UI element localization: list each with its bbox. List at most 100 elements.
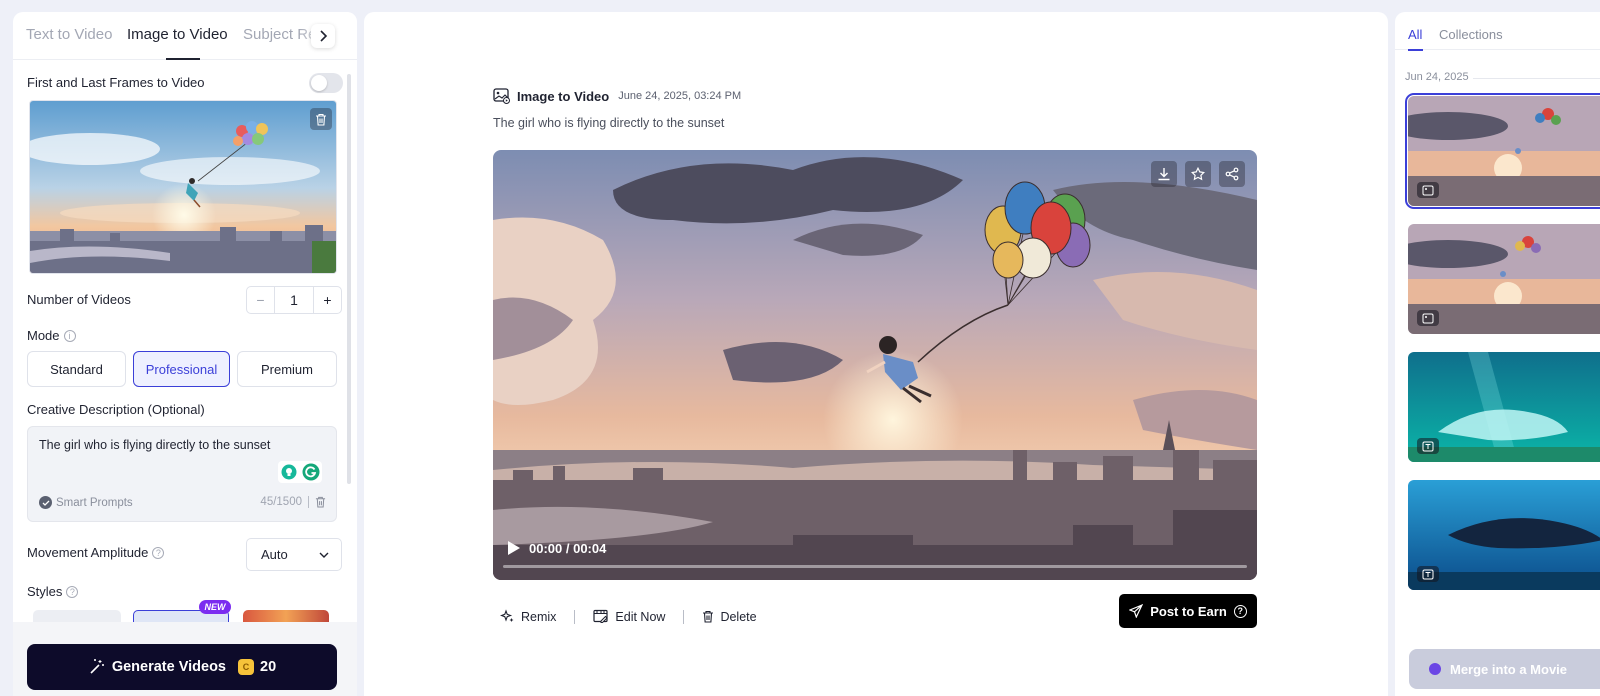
video-header: Image to Video June 24, 2025, 03:24 PM [493, 88, 741, 104]
share-button[interactable] [1219, 161, 1245, 187]
trash-icon [316, 113, 326, 126]
generate-label: Generate Videos [111, 659, 227, 675]
bulb-icon[interactable] [281, 464, 297, 480]
mode-label: Mode i [27, 328, 76, 343]
sparkle-icon [500, 609, 514, 622]
image-video-icon [493, 88, 510, 104]
styles-label-text: Styles [27, 584, 63, 599]
description-textarea[interactable]: The girl who is flying directly to the s… [27, 426, 337, 522]
film-edit-icon [593, 609, 609, 623]
history-item[interactable] [1408, 224, 1600, 334]
image-video-badge-icon [1417, 182, 1439, 198]
share-icon [1225, 167, 1239, 181]
tabs-next-button[interactable] [311, 24, 335, 48]
merge-dot-icon [1429, 663, 1441, 675]
coin-icon: C [238, 659, 255, 675]
frames-toggle[interactable] [309, 73, 343, 93]
magic-wand-icon [90, 659, 104, 674]
star-icon [1191, 167, 1205, 181]
history-item[interactable] [1408, 352, 1600, 462]
trash-icon [703, 610, 714, 623]
history-panel: All Collections Jun 24, 2025 Merge into … [1395, 12, 1600, 696]
post-to-earn-button[interactable]: Post to Earn ? [1119, 594, 1257, 628]
remix-button[interactable]: Remix [500, 609, 556, 624]
increment-button[interactable]: + [313, 287, 341, 313]
movement-value: Auto [261, 547, 288, 562]
settings-scrollbar[interactable] [347, 74, 351, 484]
video-date: June 24, 2025, 03:24 PM [618, 90, 742, 102]
edit-now-label: Edit Now [615, 609, 666, 624]
styles-strip [27, 608, 343, 622]
generate-videos-button[interactable]: Generate Videos C 20 [27, 644, 337, 690]
assistant-icons [278, 461, 322, 483]
char-count-text: 45/1500 [260, 496, 302, 508]
history-date-group: Jun 24, 2025 [1405, 71, 1469, 83]
movement-label-text: Movement Amplitude [27, 545, 149, 560]
history-item[interactable] [1408, 480, 1600, 590]
download-button[interactable] [1151, 161, 1177, 187]
num-videos-stepper: − 1 + [246, 286, 342, 314]
tab-all[interactable]: All [1408, 27, 1422, 42]
styles-label: Styles? [27, 584, 79, 599]
chevron-down-icon [319, 552, 329, 558]
movement-label: Movement Amplitude? [27, 545, 165, 560]
movement-select[interactable]: Auto [246, 538, 342, 571]
new-badge: NEW [199, 600, 231, 614]
playback-controls: 00:00 / 00:04 [507, 540, 606, 556]
delete-label: Delete [720, 609, 757, 624]
generate-cost: 20 [260, 659, 277, 675]
edit-now-button[interactable]: Edit Now [593, 609, 665, 624]
chevron-right-icon [320, 30, 328, 42]
smart-prompts-toggle[interactable]: Smart Prompts [39, 496, 133, 509]
video-actions: Remix Edit Now Delete [500, 609, 757, 624]
date-divider [1473, 78, 1600, 79]
num-videos-value[interactable]: 1 [275, 287, 313, 313]
remix-label: Remix [521, 609, 557, 624]
video-frame [493, 150, 1257, 580]
uploaded-image[interactable] [29, 100, 337, 274]
mode-professional-button[interactable]: Professional [133, 351, 230, 387]
text-video-badge-icon [1417, 438, 1439, 454]
mode-premium-button[interactable]: Premium [237, 351, 337, 387]
smart-prompts-label: Smart Prompts [56, 496, 133, 509]
desc-label: Creative Description (Optional) [27, 402, 205, 417]
style-option[interactable] [243, 610, 329, 622]
help-icon[interactable]: ? [152, 547, 165, 559]
video-title: Image to Video [517, 88, 610, 104]
tab-collections[interactable]: Collections [1439, 27, 1503, 42]
trash-icon[interactable] [315, 496, 326, 508]
grammarly-icon[interactable] [302, 463, 320, 481]
char-count: 45/1500 [260, 496, 326, 508]
video-player[interactable]: 00:00 / 00:04 [493, 150, 1257, 580]
action-separator [683, 609, 685, 624]
count-separator [308, 496, 309, 508]
style-option[interactable] [33, 610, 121, 622]
tab-image-to-video[interactable]: Image to Video [127, 26, 228, 43]
info-icon[interactable]: i [63, 330, 76, 342]
mode-standard-button[interactable]: Standard [27, 351, 126, 387]
delete-image-button[interactable] [310, 108, 332, 130]
favorite-button[interactable] [1185, 161, 1211, 187]
download-icon [1158, 168, 1170, 181]
description-text: The girl who is flying directly to the s… [39, 438, 271, 452]
playback-time: 00:00 / 00:04 [529, 540, 607, 556]
delete-button[interactable]: Delete [702, 609, 757, 624]
history-tab-underline [1408, 49, 1423, 51]
history-item[interactable] [1405, 93, 1600, 209]
help-icon[interactable]: ? [66, 586, 79, 598]
progress-bar[interactable] [503, 565, 1247, 568]
decrement-button[interactable]: − [247, 287, 275, 313]
mode-tabs: Text to Video Image to Video Subject Re [13, 12, 357, 60]
tab-text-to-video[interactable]: Text to Video [26, 26, 112, 43]
merge-label: Merge into a Movie [1450, 661, 1568, 677]
text-video-badge-icon [1417, 566, 1439, 582]
send-icon [1129, 604, 1144, 618]
tab-underline [166, 58, 200, 60]
play-icon[interactable] [507, 540, 521, 556]
image-video-badge-icon [1417, 310, 1439, 326]
help-icon[interactable]: ? [1233, 604, 1247, 618]
merge-into-movie-button[interactable]: Merge into a Movie [1409, 649, 1600, 689]
preview-panel: Image to Video June 24, 2025, 03:24 PM T… [364, 12, 1388, 696]
num-videos-label: Number of Videos [27, 292, 131, 307]
action-separator [574, 609, 576, 624]
